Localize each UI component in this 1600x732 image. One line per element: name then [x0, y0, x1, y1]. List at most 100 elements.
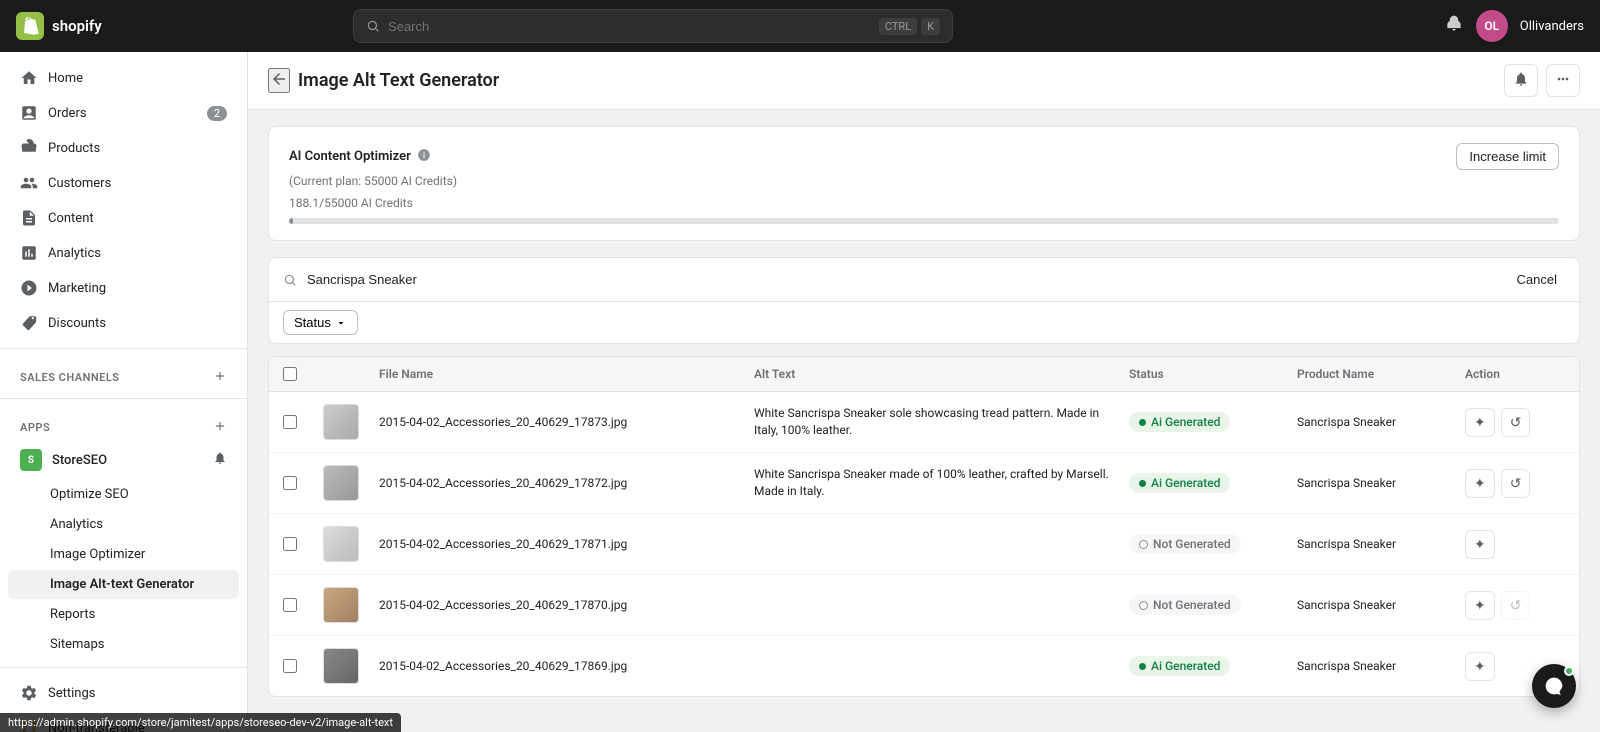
- row-2-actions: ✦ ↺: [1465, 469, 1565, 498]
- table-row: 2015-04-02_Accessories_20_40629_17872.jp…: [269, 453, 1579, 514]
- header-status: Status: [1129, 367, 1289, 381]
- row-3-regenerate-button[interactable]: ✦: [1465, 530, 1495, 559]
- store-name[interactable]: Ollivanders: [1520, 19, 1584, 34]
- notification-bell[interactable]: [1444, 14, 1464, 38]
- sidebar-divider-2: [0, 398, 247, 399]
- reports-label: Reports: [50, 607, 95, 622]
- global-search-input[interactable]: [388, 19, 871, 34]
- row-4-regenerate-button[interactable]: ✦: [1465, 591, 1495, 620]
- row-4-checkbox[interactable]: [283, 598, 297, 612]
- row-5-status-badge: Ai Generated: [1129, 656, 1230, 676]
- customers-icon: [20, 174, 38, 192]
- page-header-right: [1504, 64, 1580, 97]
- top-nav: shopify CTRL K OL Ollivanders: [0, 0, 1600, 52]
- sidebar-sub-item-image-optimizer[interactable]: Image Optimizer: [8, 540, 239, 569]
- page-header-left: Image Alt Text Generator: [268, 68, 499, 93]
- row-2-status-badge: Ai Generated: [1129, 473, 1230, 493]
- row-1-thumbnail: [323, 404, 359, 440]
- row-2-thumbnail: [323, 465, 359, 501]
- sidebar-label-marketing: Marketing: [48, 281, 106, 296]
- sidebar-item-discounts[interactable]: Discounts: [8, 306, 239, 340]
- chat-icon: [1544, 676, 1564, 696]
- expand-sales-channels-icon[interactable]: [213, 369, 227, 386]
- row-1-undo-button[interactable]: ↺: [1501, 408, 1531, 437]
- sidebar-item-storeseo[interactable]: S StoreSEO: [8, 441, 239, 479]
- row-1-file-name: 2015-04-02_Accessories_20_40629_17873.jp…: [379, 415, 746, 429]
- more-options-button[interactable]: [1546, 64, 1580, 97]
- back-button[interactable]: [268, 68, 290, 93]
- search-row-icon: [283, 273, 297, 287]
- avatar[interactable]: OL: [1476, 10, 1508, 42]
- status-filter-button[interactable]: Status: [283, 310, 358, 335]
- row-3-actions: ✦: [1465, 530, 1565, 559]
- storeseo-logo: S: [20, 449, 42, 471]
- storeseo-bell-icon[interactable]: [213, 451, 227, 469]
- sidebar-sub-item-optimize-seo[interactable]: Optimize SEO: [8, 480, 239, 509]
- row-5-checkbox[interactable]: [283, 659, 297, 673]
- sidebar-item-marketing[interactable]: Marketing: [8, 271, 239, 305]
- cancel-button[interactable]: Cancel: [1509, 268, 1565, 291]
- table-row: 2015-04-02_Accessories_20_40629_17871.jp…: [269, 514, 1579, 575]
- sidebar-sub-item-reports[interactable]: Reports: [8, 600, 239, 629]
- sidebar-sub-item-image-alt-text[interactable]: Image Alt-text Generator: [8, 570, 239, 599]
- sidebar-item-content[interactable]: Content: [8, 201, 239, 235]
- apps-section[interactable]: Apps: [0, 407, 247, 440]
- sidebar-label-analytics: Analytics: [48, 246, 101, 261]
- chevron-down-icon: [335, 317, 347, 329]
- shortcut-k: K: [921, 18, 940, 35]
- filter-bar: Cancel Status: [268, 257, 1580, 344]
- sidebar-item-products[interactable]: Products: [8, 131, 239, 165]
- info-icon[interactable]: [417, 148, 431, 166]
- credits-plan: (Current plan: 55000 AI Credits): [289, 174, 1559, 188]
- row-1-checkbox[interactable]: [283, 415, 297, 429]
- row-2-alt-text: White Sancrispa Sneaker made of 100% lea…: [754, 466, 1121, 500]
- row-3-checkbox[interactable]: [283, 537, 297, 551]
- search-bar[interactable]: CTRL K: [353, 9, 953, 43]
- row-2-checkbox[interactable]: [283, 476, 297, 490]
- row-5-product-name: Sancrispa Sneaker: [1297, 659, 1457, 673]
- credits-header: AI Content Optimizer Increase limit: [289, 143, 1559, 170]
- image-alt-text-label: Image Alt-text Generator: [50, 577, 194, 592]
- sidebar-item-customers[interactable]: Customers: [8, 166, 239, 200]
- sales-channels-section[interactable]: Sales channels: [0, 357, 247, 390]
- row-2-product-name: Sancrispa Sneaker: [1297, 476, 1457, 490]
- row-3-file-name: 2015-04-02_Accessories_20_40629_17871.jp…: [379, 537, 746, 551]
- chat-bubble[interactable]: [1532, 664, 1576, 708]
- logo-text: shopify: [52, 17, 102, 35]
- row-1-status-badge: Ai Generated: [1129, 412, 1230, 432]
- credits-count: 188.1/55000 AI Credits: [289, 196, 1559, 210]
- notification-settings-button[interactable]: [1504, 64, 1538, 97]
- sidebar-sub-item-analytics[interactable]: Analytics: [8, 510, 239, 539]
- status-row: Status: [269, 302, 1579, 343]
- sidebar-item-settings[interactable]: Settings: [8, 676, 239, 710]
- row-4-file-name: 2015-04-02_Accessories_20_40629_17870.jp…: [379, 598, 746, 612]
- nav-right: OL Ollivanders: [1444, 10, 1584, 42]
- product-search-input[interactable]: [307, 272, 1499, 287]
- row-5-regenerate-button[interactable]: ✦: [1465, 652, 1495, 681]
- select-all-checkbox[interactable]: [283, 367, 297, 381]
- shopify-logo[interactable]: shopify: [16, 12, 102, 40]
- shortcut-ctrl: CTRL: [879, 18, 917, 35]
- row-1-regenerate-button[interactable]: ✦: [1465, 408, 1495, 437]
- credits-progress-fill: [289, 218, 293, 224]
- row-5-thumbnail: [323, 648, 359, 684]
- orders-icon: [20, 104, 38, 122]
- storeseo-label: StoreSEO: [52, 453, 203, 468]
- sidebar-item-orders[interactable]: Orders 2: [8, 96, 239, 130]
- row-1-status: Ai Generated: [1129, 412, 1289, 432]
- app-layout: Home Orders 2 Products Customers C: [0, 52, 1600, 732]
- sidebar-sub-item-sitemaps[interactable]: Sitemaps: [8, 630, 239, 659]
- row-4-product-name: Sancrispa Sneaker: [1297, 598, 1457, 612]
- row-2-regenerate-button[interactable]: ✦: [1465, 469, 1495, 498]
- table-row: 2015-04-02_Accessories_20_40629_17873.jp…: [269, 392, 1579, 453]
- row-2-undo-button[interactable]: ↺: [1501, 469, 1531, 498]
- sidebar-item-home[interactable]: Home: [8, 61, 239, 95]
- increase-limit-button[interactable]: Increase limit: [1456, 143, 1559, 170]
- sidebar-item-analytics[interactable]: Analytics: [8, 236, 239, 270]
- row-3-thumbnail: [323, 526, 359, 562]
- status-filter-label: Status: [294, 315, 331, 330]
- discounts-icon: [20, 314, 38, 332]
- header-action: Action: [1465, 367, 1565, 381]
- header-checkbox-cell: [283, 367, 315, 381]
- expand-apps-icon[interactable]: [213, 419, 227, 436]
